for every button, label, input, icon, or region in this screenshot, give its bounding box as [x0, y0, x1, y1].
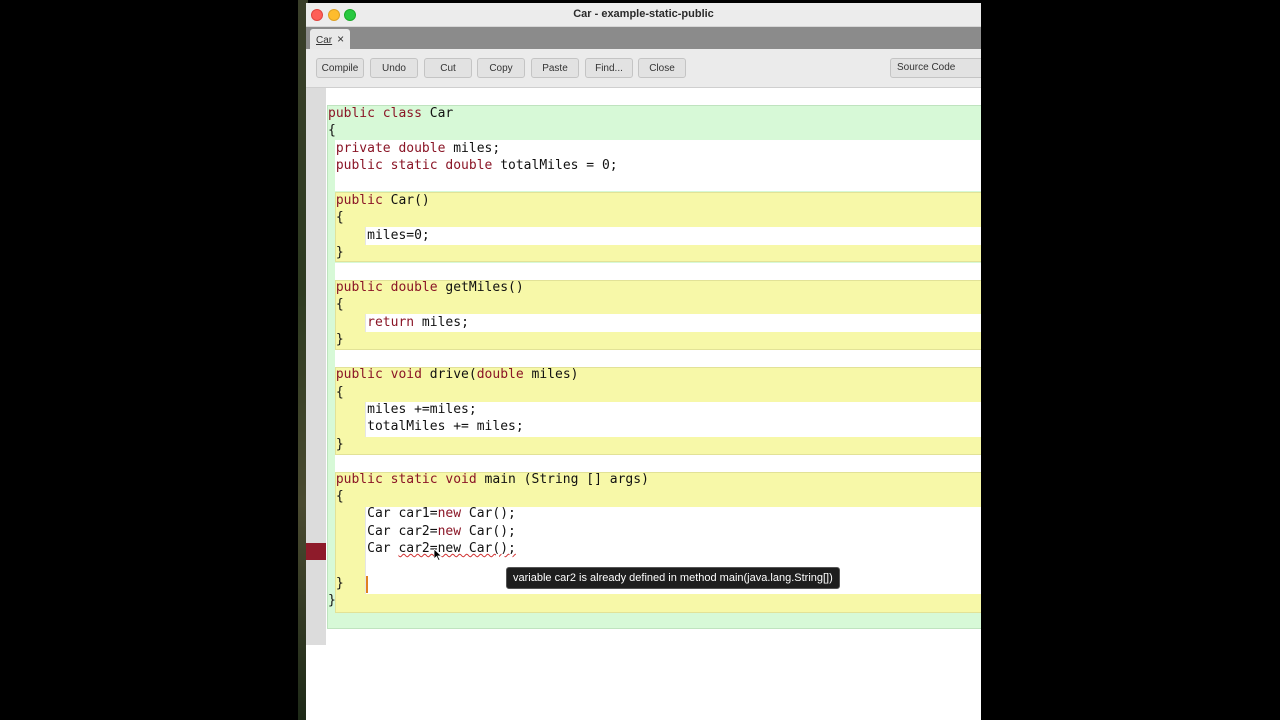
source-code[interactable]: public class Car { private double miles;… — [328, 105, 649, 610]
code-line: Car car2=new Car(); — [367, 523, 516, 539]
text-caret — [366, 576, 368, 593]
code-line: totalMiles += miles; — [367, 419, 524, 435]
code-line: } — [335, 436, 344, 452]
code-line: return miles; — [367, 314, 469, 330]
code-line: { — [328, 123, 336, 139]
code-line: public static double totalMiles = 0; — [335, 158, 618, 174]
code-line: { — [335, 488, 344, 504]
title-bar: Car - example-static-public — [306, 3, 981, 27]
tab-car[interactable]: Car × — [310, 29, 351, 49]
close-tab-icon[interactable]: × — [337, 32, 344, 46]
code-line: public Car() — [335, 193, 430, 209]
undo-button[interactable]: Undo — [370, 58, 418, 78]
cut-button[interactable]: Cut — [424, 58, 472, 78]
error-tooltip: variable car2 is already defined in meth… — [506, 567, 840, 589]
code-line: public class Car — [328, 106, 454, 121]
copy-button[interactable]: Copy — [477, 58, 525, 78]
mouse-pointer-icon — [434, 549, 442, 561]
code-line: public static void main (String [] args) — [335, 471, 649, 487]
code-line: miles +=miles; — [367, 401, 477, 417]
line-gutter[interactable] — [306, 88, 326, 645]
code-line: public double getMiles() — [335, 280, 524, 296]
code-line: public void drive(double miles) — [335, 367, 579, 383]
code-line: } — [335, 245, 344, 261]
paste-button[interactable]: Paste — [531, 58, 579, 78]
code-line: { — [335, 210, 344, 226]
code-editor[interactable]: public class Car { private double miles;… — [306, 88, 981, 720]
code-line: } — [335, 332, 344, 348]
view-mode-select[interactable]: Source Code — [890, 58, 981, 78]
window-title: Car - example-static-public — [573, 8, 714, 20]
error-line-marker — [306, 543, 326, 560]
code-line: Car car1=new Car(); — [367, 506, 516, 522]
code-line: { — [335, 384, 344, 400]
find-button[interactable]: Find... — [585, 58, 633, 78]
code-line: } — [335, 575, 344, 591]
compile-button[interactable]: Compile — [316, 58, 364, 78]
code-line: } — [328, 593, 336, 609]
editor-window: Car - example-static-public Car × Compile… — [306, 3, 981, 720]
code-line: { — [335, 297, 344, 313]
tab-bar: Car × — [306, 27, 981, 49]
code-line: private double miles; — [335, 140, 501, 156]
error-squiggle: car2=new Car(); — [398, 541, 516, 557]
close-button[interactable]: Close — [638, 58, 686, 78]
code-line: miles=0; — [367, 227, 430, 243]
toolbar: Compile Undo Cut Copy Paste Find... Clos… — [306, 49, 981, 88]
tab-label: Car — [316, 35, 333, 46]
